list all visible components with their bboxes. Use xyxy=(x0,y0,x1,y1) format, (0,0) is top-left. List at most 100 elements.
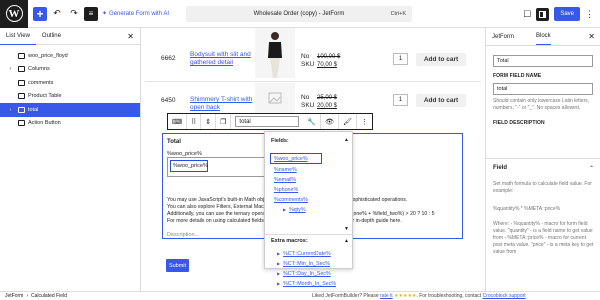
more-options-icon[interactable]: ⋮ xyxy=(585,9,594,20)
macros-wrench-icon[interactable]: 🔧 xyxy=(303,114,322,129)
macro-item[interactable]: %CT::CurrentDate% xyxy=(283,251,331,257)
sku-label: SKU xyxy=(301,102,315,109)
quantity-input[interactable]: 1 xyxy=(393,94,408,106)
macro-item[interactable]: %phone% xyxy=(274,187,298,193)
generate-ai-button[interactable]: ✦ Generate Form with AI xyxy=(102,10,169,18)
breadcrumb-item[interactable]: Calculated Field xyxy=(31,293,67,299)
tree-item-product-table[interactable]: Product Table xyxy=(0,90,140,104)
arrow-right-icon: ▶ xyxy=(277,281,281,286)
image-placeholder-icon xyxy=(255,83,295,113)
field-name-help: Should contain only lowercase Latin lett… xyxy=(493,98,590,111)
block-icon xyxy=(18,93,25,100)
product-id: 6450 xyxy=(161,97,176,104)
tree-item-columns[interactable]: › Columns xyxy=(0,63,140,77)
macro-item[interactable]: %name% xyxy=(274,167,297,173)
fields-heading: Fields: xyxy=(271,138,289,144)
tab-block[interactable]: Block xyxy=(536,28,551,45)
product-image xyxy=(255,28,295,78)
block-tree: woo_price_floyd › Columns comments Produc… xyxy=(0,45,140,130)
stars-icon[interactable]: ★★★★★ xyxy=(394,293,416,299)
chevron-down-icon[interactable]: ▼ xyxy=(344,226,349,232)
sparkle-icon: ✦ xyxy=(102,11,108,17)
save-button[interactable]: Save xyxy=(554,7,580,21)
table-row: 6450 Shimmery T-shirt with open back No … xyxy=(141,83,485,113)
macro-item[interactable]: %email% xyxy=(274,177,296,183)
tree-item-action-button[interactable]: Action Button xyxy=(0,117,140,131)
chevron-right-icon: › xyxy=(26,293,29,299)
add-to-cart-button[interactable]: Add to cart xyxy=(416,94,466,107)
rate-link[interactable]: rate it xyxy=(380,293,393,299)
field-name-input[interactable]: total xyxy=(235,116,300,127)
tree-item-comments[interactable]: comments xyxy=(0,76,140,90)
drag-handle-icon[interactable]: ⠿ xyxy=(187,114,202,129)
support-link[interactable]: Crocoblock support xyxy=(483,293,526,299)
macro-sub-item[interactable]: %qty% xyxy=(289,207,306,213)
add-to-cart-button[interactable]: Add to cart xyxy=(416,53,466,66)
product-link[interactable]: Shimmery T-shirt with open back xyxy=(190,96,260,112)
arrow-right-icon: ▶ xyxy=(277,251,281,256)
field-section-title[interactable]: Field xyxy=(493,165,507,171)
top-toolbar: W + ↶ ↷ ≡ ✦ Generate Form with AI Wholes… xyxy=(0,0,600,28)
settings-panel-toggle-icon[interactable] xyxy=(536,7,550,21)
arrow-right-icon: ▶ xyxy=(283,207,287,212)
chevron-up-icon[interactable]: ⌃ xyxy=(589,165,594,172)
block-icon xyxy=(18,120,25,127)
block-icon xyxy=(18,79,25,86)
arrow-right-icon: ▶ xyxy=(277,271,281,276)
breadcrumb-bar: JetForm › Calculated Field Liked JetForm… xyxy=(0,291,600,300)
visibility-eye-icon[interactable]: 👁 xyxy=(321,114,340,129)
style-brush-icon[interactable]: 🖌 xyxy=(339,114,357,129)
macro-item[interactable]: %CT::Min_In_Sec% xyxy=(283,261,330,267)
add-block-button[interactable]: + xyxy=(33,6,47,21)
stock-status: No xyxy=(301,94,310,101)
chevron-up-icon[interactable]: ▲ xyxy=(344,238,349,244)
command-shortcut: Ctrl+K xyxy=(390,11,406,17)
document-title: Wholesale Order (copy) - JetForm xyxy=(253,11,345,17)
product-link[interactable]: Bodysuit with slit and gathered detail xyxy=(190,51,260,67)
macro-item[interactable]: %woo_price% xyxy=(274,156,308,162)
divider xyxy=(486,45,600,46)
form-field-name-input[interactable]: total xyxy=(493,83,593,95)
macro-item[interactable]: %CT::Day_In_Sec% xyxy=(283,271,331,277)
tab-list-view[interactable]: List View xyxy=(0,28,36,45)
macro-item[interactable]: %CT::Month_In_Sec% xyxy=(283,281,336,287)
move-arrows-icon[interactable]: ⇕ xyxy=(201,114,217,129)
divider xyxy=(265,234,352,235)
more-options-icon[interactable]: ⋮ xyxy=(357,114,372,129)
breadcrumb-item[interactable]: JetForm xyxy=(0,293,23,299)
quantity-input[interactable]: 1 xyxy=(393,53,408,65)
close-icon[interactable]: ✕ xyxy=(127,32,134,41)
sku-label: SKU xyxy=(301,61,315,68)
tab-jetform[interactable]: JetForm xyxy=(492,28,514,45)
wordpress-logo-icon[interactable]: W xyxy=(0,0,28,28)
undo-icon[interactable]: ↶ xyxy=(50,7,64,21)
form-field-name-label: FORM FIELD NAME xyxy=(493,73,542,79)
block-name-input[interactable]: Total xyxy=(493,55,593,67)
divider xyxy=(486,158,600,159)
tree-item-total[interactable]: › total xyxy=(0,103,140,117)
chevron-up-icon[interactable]: ▲ xyxy=(344,137,349,143)
block-toolbar: ⌨ ⠿ ⇕ ❐ total 🔧 👁 🖌 ⋮ xyxy=(167,113,373,130)
document-title-bar[interactable]: Wholesale Order (copy) - JetForm Ctrl+K xyxy=(186,6,412,22)
field-description-label: FIELD DESCRIPTION xyxy=(493,120,545,126)
tree-item-woo-price[interactable]: woo_price_floyd xyxy=(0,49,140,63)
close-icon[interactable]: ✕ xyxy=(588,32,595,41)
block-icon xyxy=(18,66,25,73)
extra-macros-heading: Extra macros: xyxy=(271,238,308,244)
tab-outline[interactable]: Outline xyxy=(36,28,67,45)
document-overview-icon[interactable]: ≡ xyxy=(84,6,98,21)
field-help: Set math formula to calculate field valu… xyxy=(493,181,592,194)
chevron-right-icon[interactable]: › xyxy=(6,107,15,113)
chevron-right-icon[interactable]: › xyxy=(6,66,15,72)
description-placeholder[interactable]: Description... xyxy=(167,232,199,238)
submit-button[interactable]: Submit xyxy=(166,259,189,272)
field-copy-icon[interactable]: ❐ xyxy=(216,114,232,129)
redo-icon[interactable]: ↷ xyxy=(67,7,81,21)
field-title: Total xyxy=(167,139,181,145)
list-view-panel: List View Outline ✕ woo_price_floyd › Col… xyxy=(0,28,141,291)
view-icon[interactable]: ☐ xyxy=(523,9,531,20)
old-price: 100,00 $ xyxy=(317,54,341,60)
block-type-icon[interactable]: ⌨ xyxy=(168,114,188,129)
field-help-example: %quantity% * %META::price% xyxy=(493,206,561,212)
macro-item[interactable]: %comments% xyxy=(274,197,308,203)
